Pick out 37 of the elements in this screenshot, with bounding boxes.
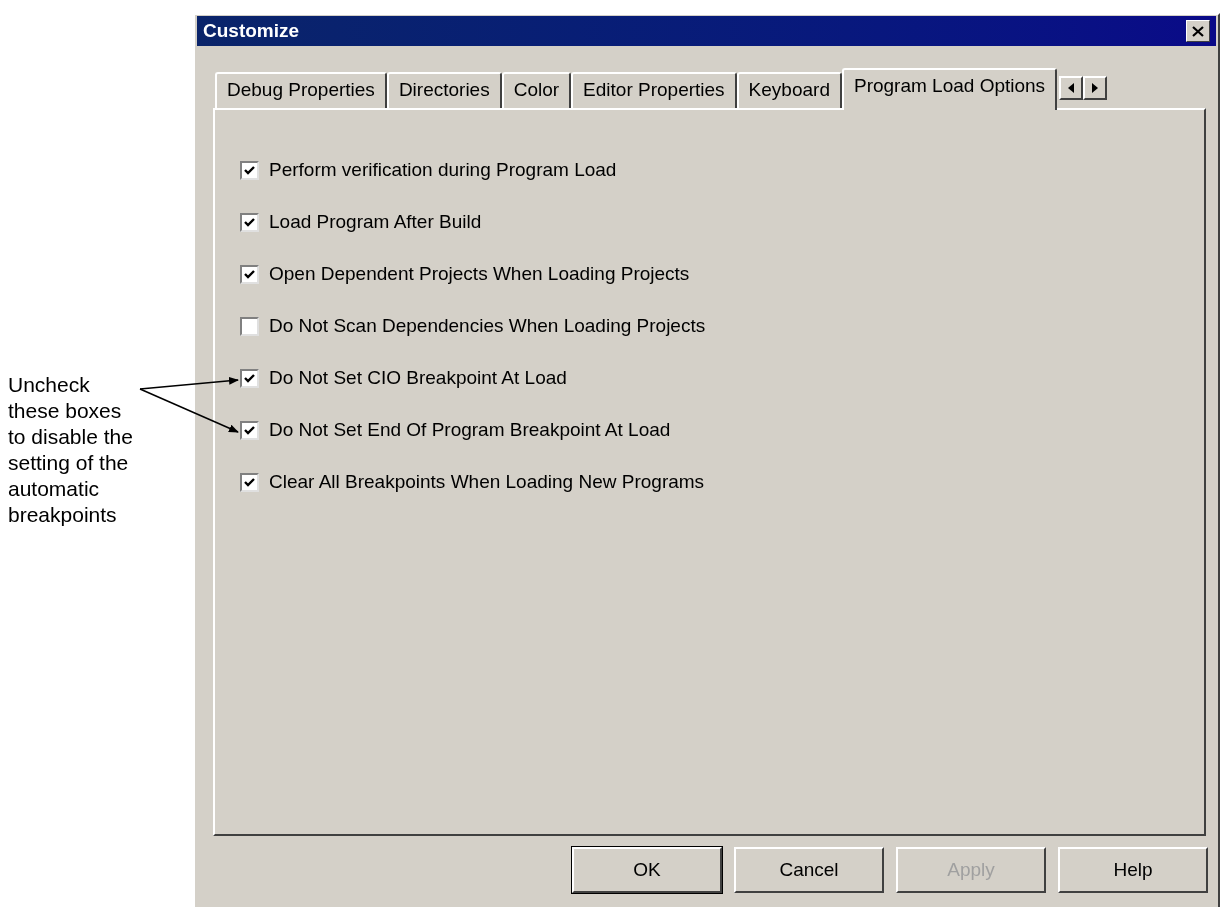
check-icon <box>244 425 255 435</box>
checkbox[interactable] <box>240 316 259 336</box>
left-triangle-icon <box>1068 83 1075 93</box>
window-title: Customize <box>203 18 300 43</box>
scroll-right-button[interactable] <box>1083 76 1108 100</box>
checkbox-label[interactable]: Open Dependent Projects When Loading Projects <box>269 259 690 289</box>
checkbox-label[interactable]: Load Program After Build <box>269 207 482 237</box>
check-icon <box>244 269 255 279</box>
tab[interactable]: Debug Properties <box>215 72 387 108</box>
tab[interactable]: Color <box>501 72 572 108</box>
tab[interactable]: Keyboard <box>736 72 842 108</box>
dialog-button[interactable]: Cancel <box>734 847 884 893</box>
checkbox[interactable] <box>240 368 259 388</box>
tab[interactable]: Program Load Options <box>841 68 1058 110</box>
checkbox-label[interactable]: Perform verification during Program Load <box>269 155 617 185</box>
check-icon <box>244 477 255 487</box>
dialog-button[interactable]: Help <box>1058 847 1208 893</box>
tab[interactable]: Directories <box>386 72 502 108</box>
checkbox-label[interactable]: Do Not Set End Of Program Breakpoint At Load <box>269 415 671 445</box>
check-icon <box>244 165 255 175</box>
close-icon <box>1192 25 1204 37</box>
checkbox-label[interactable]: Clear All Breakpoints When Loading New Programs <box>269 467 705 497</box>
checkbox[interactable] <box>240 160 259 180</box>
check-icon <box>244 373 255 383</box>
right-triangle-icon <box>1092 83 1099 93</box>
checkbox[interactable] <box>240 264 259 284</box>
annotation-text: Uncheck these boxes to disable the setting of the automatic breakpoints <box>8 372 134 528</box>
checkbox-label[interactable]: Do Not Set CIO Breakpoint At Load <box>269 363 567 393</box>
tab[interactable]: Editor Properties <box>571 72 737 108</box>
checkbox[interactable] <box>240 420 259 440</box>
dialog-button[interactable]: OK <box>572 847 722 893</box>
checkbox[interactable] <box>240 212 259 232</box>
scroll-left-button[interactable] <box>1059 76 1084 100</box>
checkbox-label[interactable]: Do Not Scan Dependencies When Loading Projects <box>269 311 706 341</box>
check-icon <box>244 217 255 227</box>
checkbox[interactable] <box>240 472 259 492</box>
close-button[interactable] <box>1186 20 1210 42</box>
